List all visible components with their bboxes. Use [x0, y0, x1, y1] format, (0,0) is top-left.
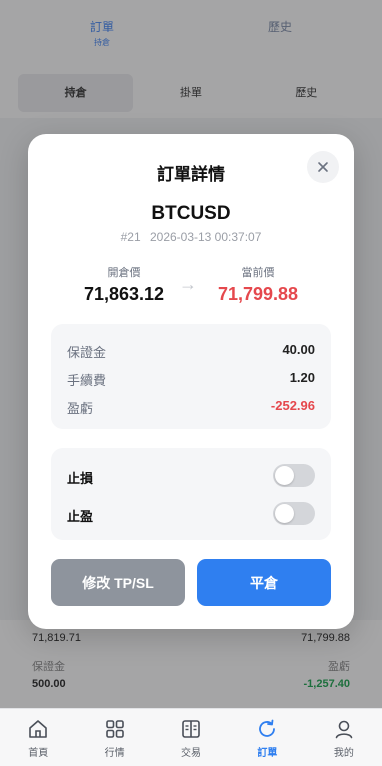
modal-title: 訂單詳情: [157, 165, 225, 184]
tab-profile[interactable]: 我的: [306, 709, 382, 766]
tab-orders[interactable]: 訂單: [229, 709, 305, 766]
fee-label: 手續費: [67, 373, 107, 388]
user-icon: [333, 718, 355, 740]
order-id: #21: [120, 230, 141, 244]
book-icon: [180, 718, 202, 740]
margin-value: 40.00: [282, 342, 315, 357]
refresh-icon: [256, 718, 278, 740]
current-price-value: 71,799.88: [217, 284, 299, 304]
tab-trade-label: 交易: [181, 748, 202, 759]
close-icon: [318, 162, 328, 172]
modify-tp-sl-button[interactable]: 修改 TP/SL: [51, 559, 185, 606]
bottom-tab-bar: 首頁 行情 交易 訂單 我的: [0, 708, 382, 766]
take-profit-toggle[interactable]: [273, 502, 315, 525]
tab-trade[interactable]: 交易: [153, 709, 229, 766]
tab-home-label: 首頁: [28, 748, 49, 759]
tab-home[interactable]: 首頁: [0, 709, 76, 766]
order-symbol: BTCUSD: [151, 203, 231, 224]
open-price-block: 開倉價 71,863.12: [64, 264, 184, 305]
stop-loss-label: 止損: [67, 471, 94, 486]
tab-orders-label: 訂單: [257, 748, 278, 759]
home-icon: [27, 718, 49, 740]
order-detail-modal: 訂單詳情 BTCUSD #21 2026-03-13 00:37:07 開倉價 …: [28, 134, 354, 629]
pnl-value: -252.96: [270, 398, 315, 413]
arrow-right-icon: →: [179, 274, 197, 294]
order-meta: #21 2026-03-13 00:37:07: [28, 230, 354, 244]
pnl-label: 盈虧: [67, 401, 94, 416]
close-position-button[interactable]: 平倉: [197, 559, 331, 606]
current-price-label: 當前價: [241, 267, 275, 279]
order-info-card: 保證金 40.00 手續費 1.20 盈虧 -252.96: [51, 324, 331, 429]
tab-profile-label: 我的: [333, 748, 354, 759]
take-profit-label: 止盈: [67, 509, 94, 524]
stop-loss-row: 止損: [67, 464, 315, 488]
open-price-value: 71,863.12: [83, 284, 165, 304]
tab-market-label: 行情: [104, 748, 125, 759]
current-price-block: 當前價 71,799.88: [198, 264, 318, 305]
grid-icon: [104, 718, 126, 740]
tab-market[interactable]: 行情: [76, 709, 152, 766]
open-price-label: 開倉價: [107, 267, 141, 279]
fee-value: 1.20: [289, 370, 315, 385]
toggle-knob: [275, 504, 294, 523]
take-profit-row: 止盈: [67, 502, 315, 526]
order-datetime: 2026-03-13 00:37:07: [149, 230, 262, 244]
stop-loss-toggle[interactable]: [273, 464, 315, 487]
close-button[interactable]: [307, 151, 339, 183]
tp-sl-card: 止損 止盈: [51, 448, 331, 540]
margin-label: 保證金: [67, 345, 107, 360]
toggle-knob: [275, 466, 294, 485]
